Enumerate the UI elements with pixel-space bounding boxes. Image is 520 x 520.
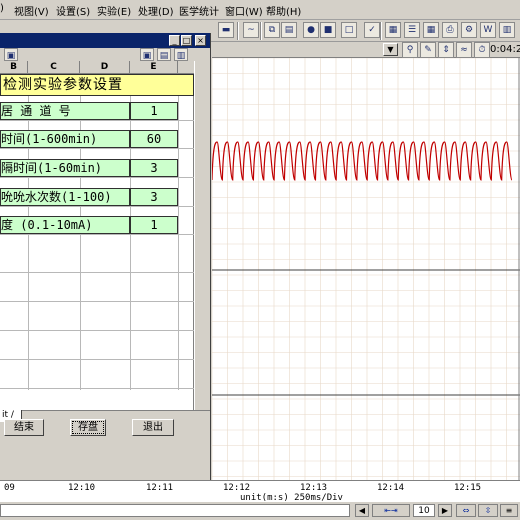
table-row[interactable]: 隔时间(1-60min) 3 <box>0 159 194 178</box>
timer-icon: ⏱ <box>474 42 490 58</box>
book-icon[interactable]: ▥ <box>499 22 515 38</box>
elapsed-time: 0:04:25 <box>490 44 520 55</box>
table-title: 检测实验参数设置 <box>3 77 123 93</box>
column-header[interactable]: C <box>28 61 80 74</box>
parameter-label: 居 通 道 号 <box>0 102 130 120</box>
parameter-label: 吮吮水次数(1-100) <box>0 188 130 206</box>
tools-icon[interactable]: ⚙ <box>461 22 477 38</box>
table-row[interactable] <box>0 331 194 360</box>
menu-icon[interactable]: ≡ <box>500 504 518 517</box>
time-tick: 12:15 <box>454 483 482 493</box>
stop-icon[interactable]: ■ <box>320 22 336 38</box>
menu-experiment[interactable]: 实验(E) <box>97 3 131 18</box>
signal-chart[interactable] <box>211 57 520 480</box>
square-icon[interactable]: □ <box>341 22 357 38</box>
zoom-icon[interactable]: ⚲ <box>402 42 418 58</box>
table-title-row[interactable]: 检测实验参数设置 <box>0 74 194 96</box>
parameter-label: 时间(1-600min) <box>0 130 130 148</box>
menu-window[interactable]: 窗口(W) <box>225 3 263 18</box>
print-icon[interactable]: ⎙ <box>442 22 458 38</box>
save-button[interactable]: 存盘 <box>70 419 106 436</box>
word-icon[interactable]: W <box>480 22 496 38</box>
toolbar-icon[interactable]: ▥ <box>174 48 188 61</box>
table-row[interactable] <box>0 273 194 302</box>
toolbar-icon[interactable]: ▣ <box>140 48 154 61</box>
menu-settings[interactable]: 设置(S) <box>56 3 90 18</box>
column-header[interactable]: E <box>130 61 178 74</box>
paste-icon[interactable]: ▤ <box>281 22 297 38</box>
parameter-value[interactable]: 60 <box>130 130 178 148</box>
time-tick: 12:14 <box>377 483 405 493</box>
parameter-value[interactable]: 3 <box>130 188 178 206</box>
chart-icon[interactable]: ▬ <box>218 22 234 38</box>
time-tick: 12:13 <box>300 483 328 493</box>
signal-trace <box>211 141 513 181</box>
parameter-table[interactable]: B C D E 检测实验参数设置 居 通 道 号 1 时间(1-600min) … <box>0 61 194 410</box>
parameter-value[interactable]: 3 <box>130 159 178 177</box>
table-row[interactable]: 度 (0.1-10mA) 1 <box>0 216 194 235</box>
menu-view[interactable]: 视图(V) <box>14 3 49 18</box>
time-tick: 12:12 <box>223 483 251 493</box>
record-icon[interactable]: ● <box>303 22 319 38</box>
parameter-label: 隔时间(1-60min) <box>0 159 130 177</box>
menu-med-stats[interactable]: 医学统计 <box>179 3 219 18</box>
column-header-row: B C D E <box>0 61 194 74</box>
exit-button[interactable]: 退出 <box>132 419 174 436</box>
vertical-scrollbar[interactable] <box>194 61 210 410</box>
toolbar-icon[interactable]: ▣ <box>4 48 18 61</box>
menu-edit[interactable]: ) <box>0 3 4 14</box>
table-row[interactable] <box>0 244 194 273</box>
table-row[interactable]: 居 通 道 号 1 <box>0 102 194 121</box>
scale-icon[interactable]: ⇕ <box>438 42 454 58</box>
channel-toolbar: ▼ ⚲ ✎ ⇕ ≈ ⏱ 0:04:25 <box>212 42 520 58</box>
horizontal-scrollbar[interactable] <box>0 504 350 517</box>
menu-process[interactable]: 处理(D) <box>138 3 174 18</box>
time-tick: 09 <box>4 483 15 493</box>
marker-icon[interactable]: ✎ <box>420 42 436 58</box>
fit-icon[interactable]: ⇳ <box>478 504 498 517</box>
close-icon[interactable]: × <box>195 35 206 46</box>
menu-help[interactable]: 帮助(H) <box>266 3 301 18</box>
scroll-right-icon[interactable]: ▶ <box>438 504 452 517</box>
maximize-icon[interactable]: □ <box>181 35 192 46</box>
column-header[interactable]: D <box>80 61 130 74</box>
check-icon[interactable]: ✓ <box>364 22 380 38</box>
scroll-left-icon[interactable]: ◀ <box>355 504 369 517</box>
wave-icon[interactable]: ~ <box>243 22 259 38</box>
list-icon[interactable]: ☰ <box>404 22 420 38</box>
parameter-window: _ □ × ▣ ▣ ▤ ▥ B C D E 检测实验参数设置 居 通 道 号 1… <box>0 33 211 480</box>
arrow-icon[interactable]: ⇔ <box>456 504 476 517</box>
menu-bar: ) 视图(V) 设置(S) 实验(E) 处理(D) 医学统计 窗口(W) 帮助(… <box>0 0 520 20</box>
end-button[interactable]: 结束 <box>4 419 44 436</box>
minimize-icon[interactable]: _ <box>169 35 180 46</box>
table-row[interactable] <box>0 360 194 389</box>
window-title-bar[interactable]: _ □ × <box>0 33 210 48</box>
status-row: ◀ ⇤⇥ 10 ▶ ⇔ ⇳ ≡ <box>0 502 520 520</box>
separator <box>260 22 262 40</box>
column-header[interactable]: B <box>0 61 28 74</box>
toolbar-icon[interactable]: ▤ <box>157 48 171 61</box>
parameter-value[interactable]: 1 <box>130 102 178 120</box>
time-tick: 12:10 <box>68 483 96 493</box>
zoom-time-icon[interactable]: ⇤⇥ <box>372 504 410 517</box>
table-row[interactable]: 吮吮水次数(1-100) 3 <box>0 188 194 207</box>
separator <box>237 22 239 40</box>
copy-icon[interactable]: ⧉ <box>264 22 280 38</box>
chevron-down-icon[interactable]: ▼ <box>383 43 398 56</box>
filter-icon[interactable]: ≈ <box>456 42 472 58</box>
parameter-label: 度 (0.1-10mA) <box>0 216 130 234</box>
grid-icon[interactable]: ▦ <box>423 22 439 38</box>
chart-grid <box>211 57 520 480</box>
signal-chart-svg <box>211 57 520 480</box>
parameter-value[interactable]: 1 <box>130 216 178 234</box>
page-number[interactable]: 10 <box>413 504 435 517</box>
table-row[interactable] <box>0 302 194 331</box>
table-row[interactable]: 时间(1-600min) 60 <box>0 130 194 149</box>
time-tick: 12:11 <box>146 483 174 493</box>
table-icon[interactable]: ▦ <box>385 22 401 38</box>
separator <box>380 22 382 40</box>
time-axis: 09 12:10 12:11 12:12 12:13 12:14 12:15 u… <box>0 480 520 503</box>
